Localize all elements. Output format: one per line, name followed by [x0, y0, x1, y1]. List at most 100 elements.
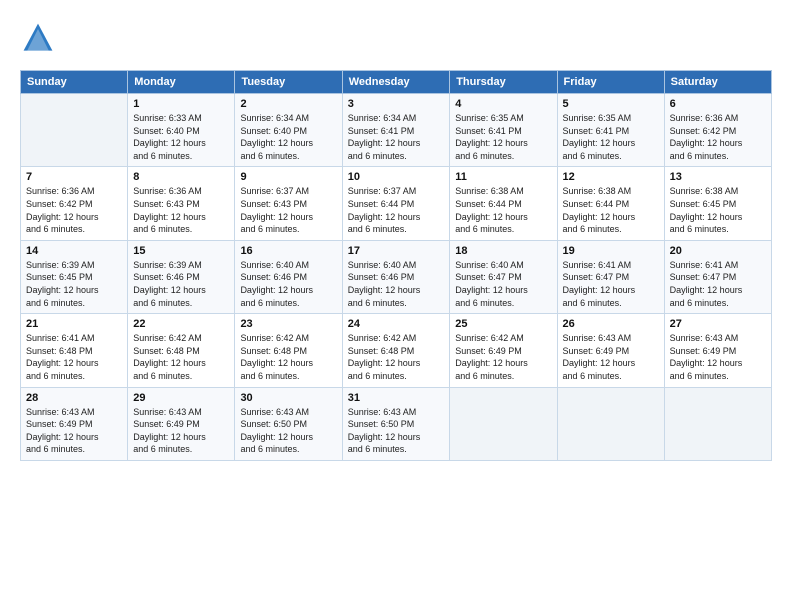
day-info: Sunrise: 6:38 AM Sunset: 6:45 PM Dayligh… — [670, 185, 766, 235]
day-number: 29 — [133, 392, 229, 404]
calendar-cell: 4 Sunrise: 6:35 AM Sunset: 6:41 PM Daylig… — [450, 94, 557, 167]
day-number: 5 — [563, 98, 659, 110]
calendar-cell: 13 Sunrise: 6:38 AM Sunset: 6:45 PM Dayli… — [664, 167, 771, 240]
day-info: Sunrise: 6:40 AM Sunset: 6:46 PM Dayligh… — [240, 259, 336, 309]
calendar-cell: 26Sunrise: 6:43 AM Sunset: 6:49 PM Dayli… — [557, 314, 664, 387]
day-info: Sunrise: 6:39 AM Sunset: 6:46 PM Dayligh… — [133, 259, 229, 309]
logo — [20, 20, 60, 56]
day-number: 13 — [670, 171, 766, 183]
day-info: Sunrise: 6:40 AM Sunset: 6:46 PM Dayligh… — [348, 259, 445, 309]
calendar-cell: 3 Sunrise: 6:34 AM Sunset: 6:41 PM Daylig… — [342, 94, 450, 167]
day-number: 17 — [348, 245, 445, 257]
day-number: 14 — [26, 245, 122, 257]
column-header-thursday: Thursday — [450, 71, 557, 94]
day-info: Sunrise: 6:38 AM Sunset: 6:44 PM Dayligh… — [455, 185, 551, 235]
day-info: Sunrise: 6:34 AM Sunset: 6:41 PM Dayligh… — [348, 112, 445, 162]
day-info: Sunrise: 6:42 AM Sunset: 6:48 PM Dayligh… — [133, 332, 229, 382]
day-info: Sunrise: 6:43 AM Sunset: 6:50 PM Dayligh… — [240, 406, 336, 456]
day-number: 9 — [240, 171, 336, 183]
header — [20, 20, 772, 56]
calendar-cell: 17 Sunrise: 6:40 AM Sunset: 6:46 PM Dayli… — [342, 240, 450, 313]
calendar-cell — [450, 387, 557, 460]
day-number: 4 — [455, 98, 551, 110]
calendar-cell: 20 Sunrise: 6:41 AM Sunset: 6:47 PM Dayli… — [664, 240, 771, 313]
calendar-cell: 31 Sunrise: 6:43 AM Sunset: 6:50 PM Dayli… — [342, 387, 450, 460]
day-number: 16 — [240, 245, 336, 257]
calendar-cell: 9 Sunrise: 6:37 AM Sunset: 6:43 PM Daylig… — [235, 167, 342, 240]
calendar-week-row: 1 Sunrise: 6:33 AM Sunset: 6:40 PM Daylig… — [21, 94, 772, 167]
day-number: 21 — [26, 318, 122, 330]
calendar-cell: 24Sunrise: 6:42 AM Sunset: 6:48 PM Dayli… — [342, 314, 450, 387]
calendar-cell: 11 Sunrise: 6:38 AM Sunset: 6:44 PM Dayli… — [450, 167, 557, 240]
calendar-cell: 29 Sunrise: 6:43 AM Sunset: 6:49 PM Dayli… — [128, 387, 235, 460]
day-info: Sunrise: 6:39 AM Sunset: 6:45 PM Dayligh… — [26, 259, 122, 309]
day-number: 25 — [455, 318, 551, 330]
day-info: Sunrise: 6:41 AM Sunset: 6:48 PM Dayligh… — [26, 332, 122, 382]
day-number: 2 — [240, 98, 336, 110]
calendar-cell: 27 Sunrise: 6:43 AM Sunset: 6:49 PM Dayli… — [664, 314, 771, 387]
logo-icon — [20, 20, 56, 56]
calendar-cell: 18 Sunrise: 6:40 AM Sunset: 6:47 PM Dayli… — [450, 240, 557, 313]
day-info: Sunrise: 6:43 AM Sunset: 6:50 PM Dayligh… — [348, 406, 445, 456]
day-info: Sunrise: 6:37 AM Sunset: 6:44 PM Dayligh… — [348, 185, 445, 235]
day-info: Sunrise: 6:41 AM Sunset: 6:47 PM Dayligh… — [670, 259, 766, 309]
calendar-header-row: SundayMondayTuesdayWednesdayThursdayFrid… — [21, 71, 772, 94]
calendar-week-row: 14 Sunrise: 6:39 AM Sunset: 6:45 PM Dayli… — [21, 240, 772, 313]
day-info: Sunrise: 6:33 AM Sunset: 6:40 PM Dayligh… — [133, 112, 229, 162]
day-number: 15 — [133, 245, 229, 257]
day-info: Sunrise: 6:34 AM Sunset: 6:40 PM Dayligh… — [240, 112, 336, 162]
column-header-tuesday: Tuesday — [235, 71, 342, 94]
day-info: Sunrise: 6:36 AM Sunset: 6:42 PM Dayligh… — [670, 112, 766, 162]
day-number: 1 — [133, 98, 229, 110]
day-info: Sunrise: 6:43 AM Sunset: 6:49 PM Dayligh… — [670, 332, 766, 382]
day-info: Sunrise: 6:43 AM Sunset: 6:49 PM Dayligh… — [133, 406, 229, 456]
day-info: Sunrise: 6:35 AM Sunset: 6:41 PM Dayligh… — [563, 112, 659, 162]
day-info: Sunrise: 6:42 AM Sunset: 6:48 PM Dayligh… — [240, 332, 336, 382]
calendar-cell: 16 Sunrise: 6:40 AM Sunset: 6:46 PM Dayli… — [235, 240, 342, 313]
calendar-week-row: 28 Sunrise: 6:43 AM Sunset: 6:49 PM Dayli… — [21, 387, 772, 460]
calendar-week-row: 7Sunrise: 6:36 AM Sunset: 6:42 PM Daylig… — [21, 167, 772, 240]
calendar-cell: 1 Sunrise: 6:33 AM Sunset: 6:40 PM Daylig… — [128, 94, 235, 167]
calendar-cell: 21 Sunrise: 6:41 AM Sunset: 6:48 PM Dayli… — [21, 314, 128, 387]
calendar-cell — [664, 387, 771, 460]
column-header-sunday: Sunday — [21, 71, 128, 94]
day-number: 27 — [670, 318, 766, 330]
day-number: 8 — [133, 171, 229, 183]
calendar-week-row: 21 Sunrise: 6:41 AM Sunset: 6:48 PM Dayli… — [21, 314, 772, 387]
column-header-wednesday: Wednesday — [342, 71, 450, 94]
calendar-cell: 12Sunrise: 6:38 AM Sunset: 6:44 PM Dayli… — [557, 167, 664, 240]
calendar-cell: 28 Sunrise: 6:43 AM Sunset: 6:49 PM Dayli… — [21, 387, 128, 460]
day-info: Sunrise: 6:36 AM Sunset: 6:42 PM Dayligh… — [26, 185, 122, 235]
day-info: Sunrise: 6:43 AM Sunset: 6:49 PM Dayligh… — [26, 406, 122, 456]
calendar-cell: 19Sunrise: 6:41 AM Sunset: 6:47 PM Dayli… — [557, 240, 664, 313]
day-info: Sunrise: 6:37 AM Sunset: 6:43 PM Dayligh… — [240, 185, 336, 235]
calendar-table: SundayMondayTuesdayWednesdayThursdayFrid… — [20, 70, 772, 461]
calendar-cell: 23 Sunrise: 6:42 AM Sunset: 6:48 PM Dayli… — [235, 314, 342, 387]
calendar-cell — [557, 387, 664, 460]
day-number: 22 — [133, 318, 229, 330]
day-number: 31 — [348, 392, 445, 404]
calendar-cell: 5 Sunrise: 6:35 AM Sunset: 6:41 PM Daylig… — [557, 94, 664, 167]
day-number: 20 — [670, 245, 766, 257]
day-info: Sunrise: 6:40 AM Sunset: 6:47 PM Dayligh… — [455, 259, 551, 309]
calendar-cell: 2 Sunrise: 6:34 AM Sunset: 6:40 PM Daylig… — [235, 94, 342, 167]
calendar-cell: 30Sunrise: 6:43 AM Sunset: 6:50 PM Dayli… — [235, 387, 342, 460]
day-number: 28 — [26, 392, 122, 404]
calendar-cell: 7Sunrise: 6:36 AM Sunset: 6:42 PM Daylig… — [21, 167, 128, 240]
day-number: 12 — [563, 171, 659, 183]
day-number: 23 — [240, 318, 336, 330]
day-number: 3 — [348, 98, 445, 110]
page-container: SundayMondayTuesdayWednesdayThursdayFrid… — [0, 0, 792, 471]
day-number: 10 — [348, 171, 445, 183]
calendar-cell: 14 Sunrise: 6:39 AM Sunset: 6:45 PM Dayli… — [21, 240, 128, 313]
day-number: 18 — [455, 245, 551, 257]
calendar-cell: 15 Sunrise: 6:39 AM Sunset: 6:46 PM Dayli… — [128, 240, 235, 313]
day-info: Sunrise: 6:35 AM Sunset: 6:41 PM Dayligh… — [455, 112, 551, 162]
column-header-saturday: Saturday — [664, 71, 771, 94]
day-info: Sunrise: 6:43 AM Sunset: 6:49 PM Dayligh… — [563, 332, 659, 382]
column-header-friday: Friday — [557, 71, 664, 94]
calendar-cell: 25Sunrise: 6:42 AM Sunset: 6:49 PM Dayli… — [450, 314, 557, 387]
calendar-cell: 6Sunrise: 6:36 AM Sunset: 6:42 PM Daylig… — [664, 94, 771, 167]
day-number: 11 — [455, 171, 551, 183]
day-info: Sunrise: 6:42 AM Sunset: 6:48 PM Dayligh… — [348, 332, 445, 382]
